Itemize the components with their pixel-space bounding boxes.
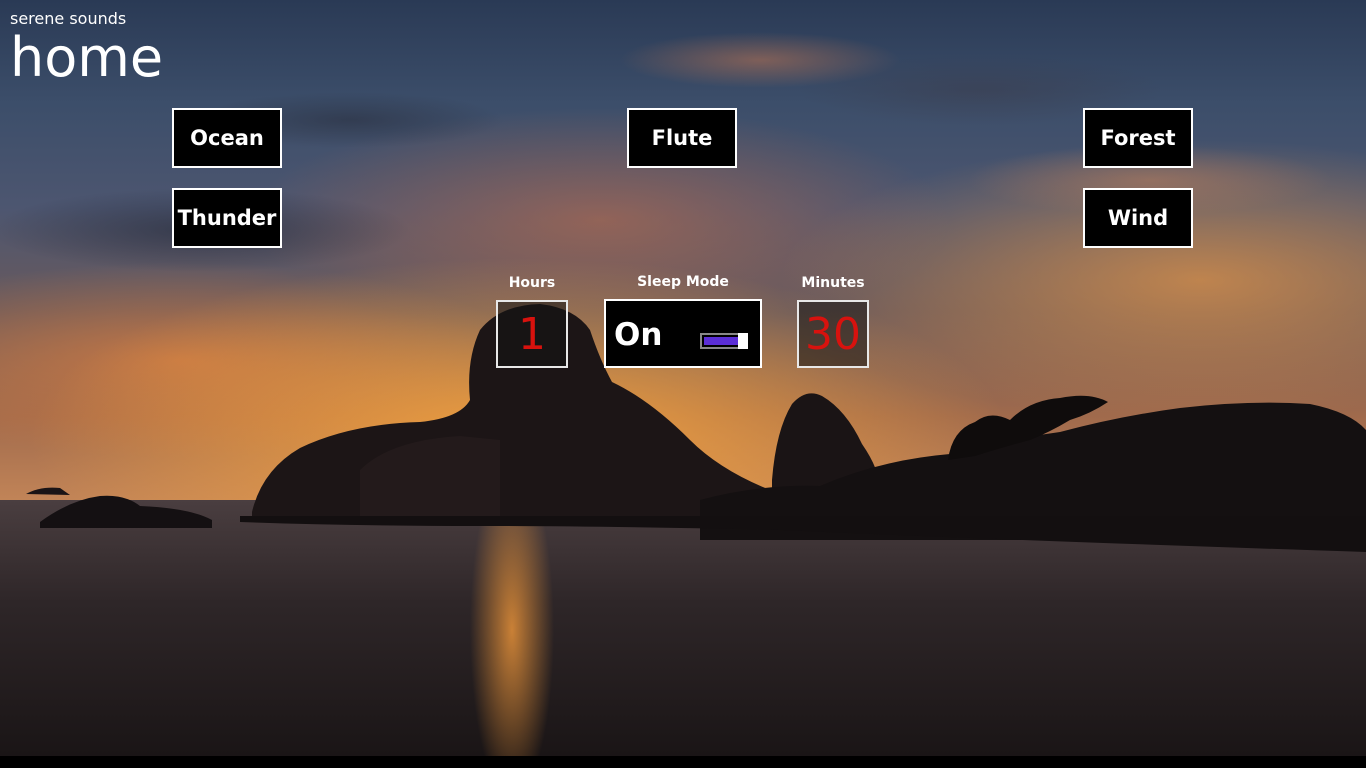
forest-button[interactable]: Forest (1083, 108, 1193, 168)
toggle-fill (704, 337, 738, 345)
hours-label: Hours (508, 275, 556, 291)
thunder-button[interactable]: Thunder (172, 188, 282, 248)
flute-button[interactable]: Flute (627, 108, 737, 168)
sleep-mode-label: Sleep Mode (637, 274, 729, 290)
toggle-switch[interactable] (700, 333, 748, 349)
minutes-label: Minutes (801, 275, 865, 291)
sleep-mode-state: On (614, 317, 663, 353)
page-title: home (10, 26, 164, 89)
wind-button[interactable]: Wind (1083, 188, 1193, 248)
hours-input[interactable]: 1 (496, 300, 568, 368)
minutes-input[interactable]: 30 (797, 300, 869, 368)
toggle-thumb[interactable] (738, 333, 748, 349)
bottom-bar (0, 756, 1366, 768)
ocean-button[interactable]: Ocean (172, 108, 282, 168)
app-canvas: serene sounds home Ocean Thunder Flute F… (0, 0, 1366, 756)
sleep-mode-toggle[interactable]: On (604, 299, 762, 368)
